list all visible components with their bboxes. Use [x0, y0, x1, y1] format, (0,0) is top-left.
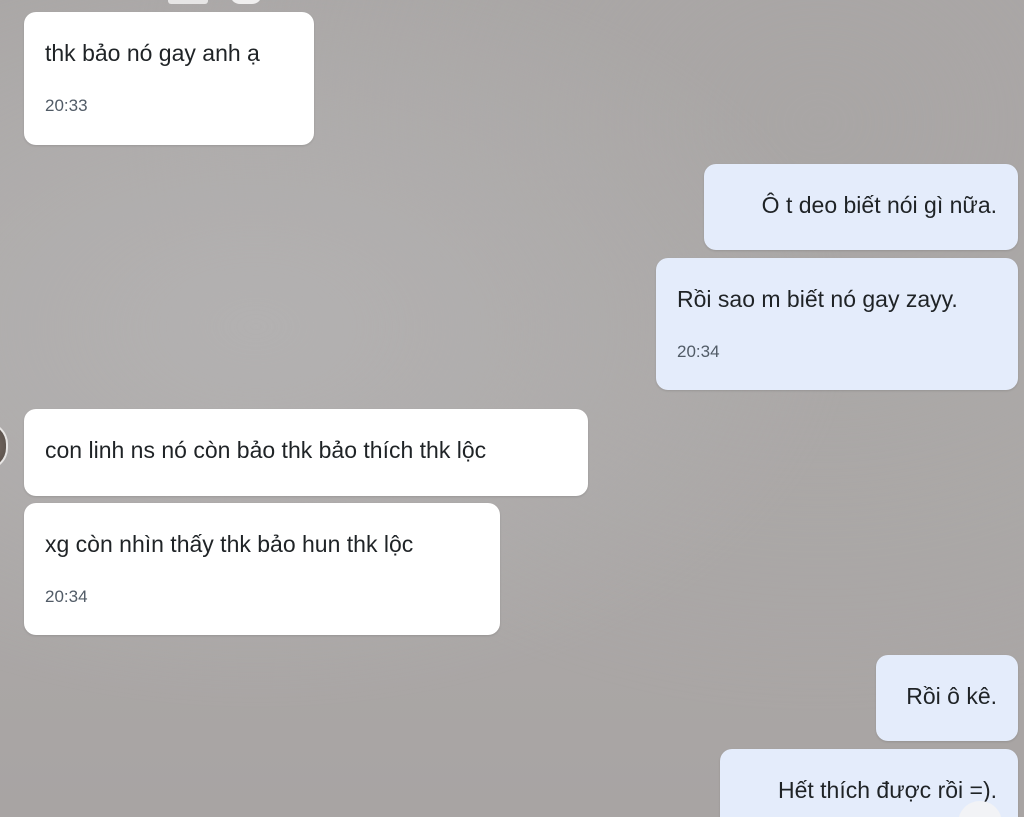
- message-bubble-received[interactable]: con linh ns nó còn bảo thk bảo thích thk…: [24, 409, 588, 496]
- message-bubble-received[interactable]: thk bảo nó gay anh ạ 20:33: [24, 12, 314, 145]
- message-bubble-received[interactable]: xg còn nhìn thấy thk bảo hun thk lộc 20:…: [24, 503, 500, 635]
- message-text: Rồi sao m biết nó gay zayy.: [677, 286, 958, 312]
- toolbar-fragment: [168, 0, 208, 4]
- message-text: thk bảo nó gay anh ạ: [45, 40, 260, 66]
- message-bubble-sent[interactable]: Rồi sao m biết nó gay zayy. 20:34: [656, 258, 1018, 390]
- message-text: con linh ns nó còn bảo thk bảo thích thk…: [45, 437, 487, 463]
- message-text: Ô t deo biết nói gì nữa.: [761, 192, 997, 218]
- chat-message-list[interactable]: thk bảo nó gay anh ạ 20:33 Ô t deo biết …: [0, 0, 1024, 817]
- message-timestamp: 20:34: [45, 587, 88, 606]
- sender-avatar[interactable]: [0, 422, 8, 470]
- message-timestamp: 20:33: [45, 96, 88, 115]
- message-bubble-sent[interactable]: Rồi ô kê.: [876, 655, 1018, 741]
- message-text: xg còn nhìn thấy thk bảo hun thk lộc: [45, 531, 414, 557]
- message-timestamp: 20:34: [677, 342, 720, 361]
- message-text: Rồi ô kê.: [906, 683, 997, 709]
- message-text: Hết thích được rồi =).: [777, 777, 997, 803]
- message-bubble-sent[interactable]: Ô t deo biết nói gì nữa.: [704, 164, 1018, 250]
- toolbar-icon-fragment: [230, 0, 262, 4]
